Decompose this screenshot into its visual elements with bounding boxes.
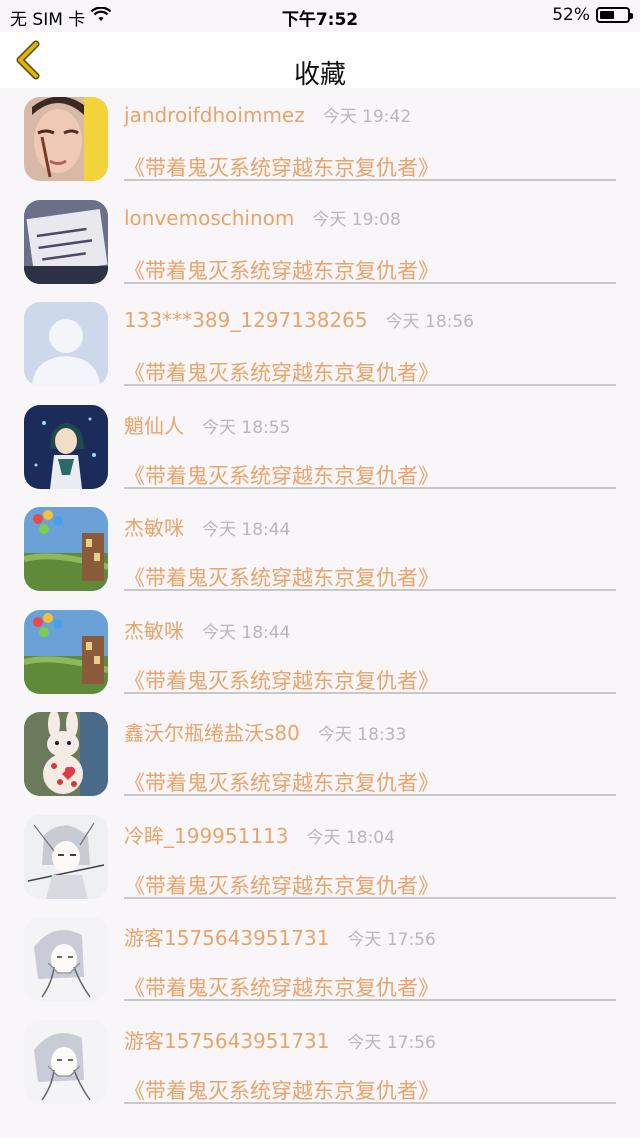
divider [124, 691, 616, 694]
status-right: 52% [552, 5, 633, 25]
divider [124, 1101, 616, 1104]
item-header: 杰敏咪 今天 18:44 [124, 615, 290, 644]
item-header: 冷眸_199951113 今天 18:04 [124, 820, 395, 849]
list-item[interactable]: 133***389_1297138265 今天 18:56 《带着鬼灭系统穿越东京… [0, 293, 640, 396]
book-title[interactable]: 《带着鬼灭系统穿越东京复仇者》 [124, 767, 439, 797]
list-item[interactable]: 魈仙人 今天 18:55 《带着鬼灭系统穿越东京复仇者》 [0, 396, 640, 499]
user-name[interactable]: 杰敏咪 [124, 516, 184, 540]
timestamp: 今天 18:44 [202, 622, 291, 643]
navigation-bar: 收藏 [0, 32, 640, 90]
divider [124, 794, 616, 796]
book-title[interactable]: 《带着鬼灭系统穿越东京复仇者》 [124, 357, 439, 387]
timestamp: 今天 19:08 [312, 209, 401, 230]
timestamp: 今天 18:33 [317, 725, 407, 745]
list-item[interactable]: 鑫沃尔瓶绻盐沃s80 今天 18:33 《带着鬼灭系统穿越东京复仇者》 [0, 703, 640, 806]
divider [124, 999, 616, 1001]
book-title[interactable]: 《带着鬼灭系统穿越东京复仇者》 [124, 562, 439, 592]
sketch-character-avatar[interactable] [24, 814, 108, 899]
list-item[interactable]: jandroifdhoimmez 今天 19:42 《带着鬼灭系统穿越东京复仇者》 [0, 88, 640, 191]
timestamp: 今天 18:04 [306, 827, 395, 848]
divider [124, 486, 616, 489]
item-header: 鑫沃尔瓶绻盐沃s80 今天 18:33 [124, 717, 406, 746]
item-header: jandroifdhoimmez 今天 19:42 [124, 102, 411, 127]
user-name[interactable]: 游客1575643951731 [124, 926, 329, 950]
list-item[interactable]: 杰敏咪 今天 18:44 《带着鬼灭系统穿越东京复仇者》 [0, 601, 640, 704]
book-title[interactable]: 《带着鬼灭系统穿越东京复仇者》 [124, 870, 439, 900]
user-name[interactable]: 游客1575643951731 [124, 1029, 329, 1053]
book-title[interactable]: 《带着鬼灭系统穿越东京复仇者》 [124, 1075, 439, 1105]
battery-icon [596, 7, 633, 23]
sketch-girl-avatar[interactable] [24, 1019, 108, 1104]
divider [124, 384, 616, 386]
user-name[interactable]: 魈仙人 [124, 414, 184, 438]
battery-percent: 52% [552, 5, 590, 25]
book-title[interactable]: 《带着鬼灭系统穿越东京复仇者》 [124, 665, 439, 695]
list-item[interactable]: 游客1575643951731 今天 17:56 《带着鬼灭系统穿越东京复仇者》 [0, 1011, 640, 1114]
user-name[interactable]: lonvemoschinom [124, 206, 294, 230]
battery-fill [600, 11, 614, 19]
timestamp: 今天 18:55 [202, 417, 291, 438]
timestamp: 今天 18:56 [385, 312, 474, 332]
divider [124, 896, 616, 899]
list-item[interactable]: 冷眸_199951113 今天 18:04 《带着鬼灭系统穿越东京复仇者》 [0, 806, 640, 909]
book-title[interactable]: 《带着鬼灭系统穿越东京复仇者》 [124, 152, 439, 182]
paper-note-avatar[interactable] [24, 199, 108, 284]
item-header: 游客1575643951731 今天 17:56 [124, 922, 436, 951]
list-item[interactable]: 游客1575643951731 今天 17:56 《带着鬼灭系统穿越东京复仇者》 [0, 908, 640, 1011]
book-title[interactable]: 《带着鬼灭系统穿越东京复仇者》 [124, 460, 439, 490]
user-name[interactable]: 冷眸_199951113 [124, 824, 289, 848]
divider [124, 179, 616, 181]
divider [124, 589, 616, 591]
timestamp: 今天 18:44 [202, 520, 291, 540]
anime-character-avatar[interactable] [24, 404, 108, 489]
item-header: 魈仙人 今天 18:55 [124, 410, 290, 439]
item-header: 游客1575643951731 今天 17:56 [124, 1025, 436, 1054]
list-item[interactable]: 杰敏咪 今天 18:44 《带着鬼灭系统穿越东京复仇者》 [0, 498, 640, 601]
sketch-girl-avatar[interactable] [24, 917, 108, 1001]
timestamp: 今天 19:42 [322, 107, 412, 127]
book-title[interactable]: 《带着鬼灭系统穿越东京复仇者》 [124, 255, 439, 285]
bunny-doll-avatar[interactable] [24, 712, 108, 796]
balloon-house-avatar[interactable] [24, 609, 108, 694]
user-name[interactable]: 杰敏咪 [124, 619, 184, 643]
timestamp: 今天 17:56 [347, 930, 436, 950]
clock: 下午7:52 [281, 10, 359, 30]
book-title[interactable]: 《带着鬼灭系统穿越东京复仇者》 [124, 972, 439, 1002]
item-header: 杰敏咪 今天 18:44 [124, 512, 290, 541]
balloon-house-avatar[interactable] [24, 507, 108, 591]
timestamp: 今天 17:56 [347, 1032, 436, 1053]
default-user-avatar[interactable] [24, 302, 108, 386]
item-header: lonvemoschinom 今天 19:08 [124, 205, 401, 230]
favorites-list: jandroifdhoimmez 今天 19:42 《带着鬼灭系统穿越东京复仇者》… [0, 88, 640, 1113]
list-item[interactable]: lonvemoschinom 今天 19:08 《带着鬼灭系统穿越东京复仇者》 [0, 191, 640, 294]
item-header: 133***389_1297138265 今天 18:56 [124, 307, 474, 332]
user-name[interactable]: jandroifdhoimmez [124, 103, 305, 127]
user-name[interactable]: 133***389_1297138265 [124, 308, 368, 332]
user-name[interactable]: 鑫沃尔瓶绻盐沃s80 [124, 721, 300, 745]
page-title: 收藏 [293, 60, 346, 90]
photo-avatar[interactable] [24, 97, 108, 181]
status-bar: 无 SIM 卡 下午7:52 52% [0, 0, 640, 32]
divider [124, 281, 616, 284]
